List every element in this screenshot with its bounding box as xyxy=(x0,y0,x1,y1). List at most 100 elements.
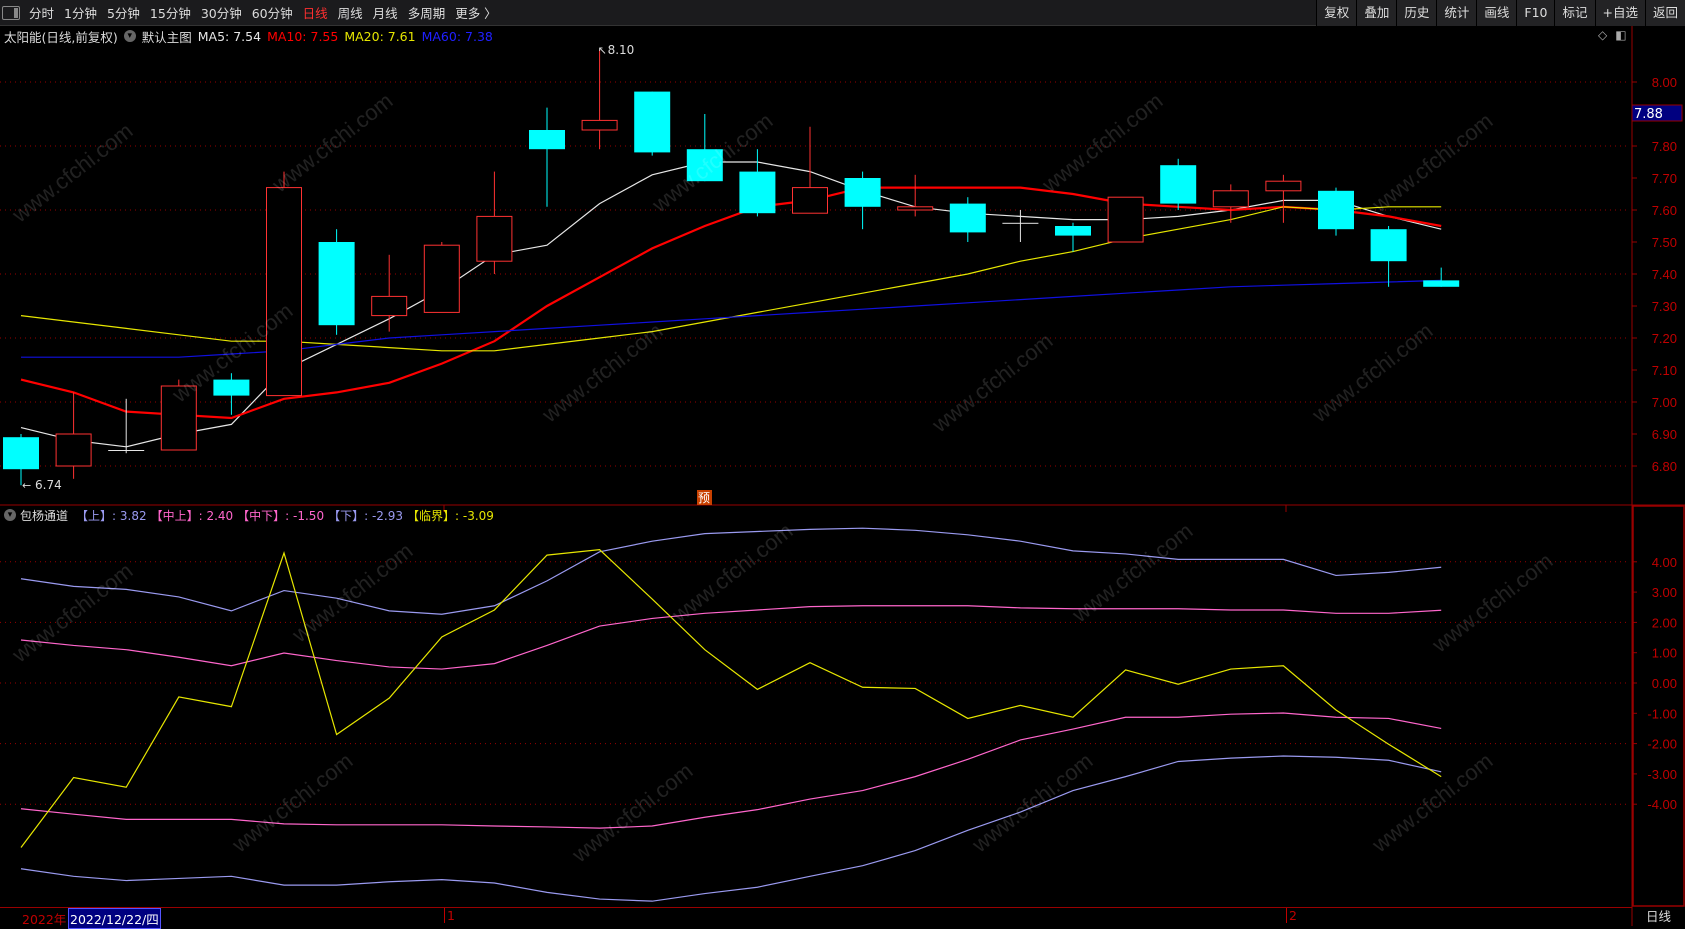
candle xyxy=(1265,174,1302,223)
price-tick-label: 7.30 xyxy=(1652,299,1677,314)
diamond-icon[interactable]: ◇ xyxy=(1598,28,1607,42)
candle-body xyxy=(1423,280,1460,287)
price-tick-label: 6.90 xyxy=(1652,427,1677,442)
candle xyxy=(739,149,776,217)
arrow-icon: ← xyxy=(22,479,31,492)
candle-body xyxy=(318,242,355,326)
candle-body xyxy=(1318,190,1354,230)
candle xyxy=(1107,196,1144,243)
indicator-tick-label: 3.00 xyxy=(1652,585,1677,600)
stock-title: 太阳能(日线,前复权) xyxy=(4,29,118,45)
candle xyxy=(55,392,92,479)
toolbar-button[interactable]: 画线 xyxy=(1476,0,1517,26)
period-tab[interactable]: 月线 xyxy=(373,3,398,22)
price-tick-label: 7.80 xyxy=(1652,139,1677,154)
toolbar-button[interactable]: +自选 xyxy=(1594,0,1645,26)
ma60-value: MA60: 7.38 xyxy=(421,28,493,44)
chevron-down-icon[interactable]: ▾ xyxy=(4,509,16,521)
price-tick-label: 7.60 xyxy=(1652,203,1677,218)
candle-body xyxy=(792,187,828,214)
toolbar-button[interactable]: 返回 xyxy=(1644,0,1685,26)
candle-body xyxy=(266,187,302,397)
indicator-tick-label: -4.00 xyxy=(1647,797,1677,812)
period-tab[interactable]: 30分钟 xyxy=(201,3,242,22)
period-label: 日线 xyxy=(1645,909,1671,924)
candle xyxy=(1318,187,1354,236)
candle xyxy=(529,107,565,207)
price-tick-label: 6.80 xyxy=(1652,459,1677,474)
date-axis[interactable]: 2022年 2022/12/22/四 1 2 xyxy=(0,907,1632,929)
high-price-mark: 8.10 xyxy=(608,43,635,57)
period-tab[interactable]: 5分钟 xyxy=(107,3,140,22)
period-tab[interactable]: 多周期 xyxy=(408,3,446,22)
chevron-down-icon[interactable]: ▾ xyxy=(123,30,136,42)
period-tab[interactable]: 15分钟 xyxy=(150,3,191,22)
price-tick-label: 7.10 xyxy=(1652,363,1677,378)
ma5-value: MA5: 7.54 xyxy=(197,28,262,44)
candle xyxy=(3,434,39,486)
indicator-line-4 xyxy=(20,549,1442,848)
period-tab[interactable]: 更多 〉 xyxy=(455,3,496,22)
arrow-icon: ↖ xyxy=(598,44,607,57)
candle-body xyxy=(3,437,39,470)
toolbar-button[interactable]: 历史 xyxy=(1396,0,1437,26)
period-tab[interactable]: 1分钟 xyxy=(64,3,97,22)
candle xyxy=(1002,210,1039,242)
candle-body xyxy=(1055,226,1091,236)
candle-body xyxy=(1212,190,1249,208)
candle-body xyxy=(581,119,618,131)
period-tab[interactable]: 周线 xyxy=(338,3,363,22)
candle-body xyxy=(1107,196,1144,243)
indicator-name[interactable]: 包杨通道 xyxy=(20,507,68,524)
period-toolbar: 分时 1分钟 5分钟 15分钟 30分钟 60分钟 日线 周线 月线 多周期 更多 〉 复权 叠加 历史… xyxy=(0,0,1685,26)
period-tab[interactable]: 分时 xyxy=(29,3,54,22)
candle-body xyxy=(634,91,671,153)
ma-line-ma20 xyxy=(20,206,1442,352)
toolbar-button[interactable]: 统计 xyxy=(1436,0,1477,26)
candle-body xyxy=(529,130,565,150)
indicator-line-1 xyxy=(20,605,1442,670)
chart-canvas[interactable]: 8.00 7.80 7.70 7.60 7.50 7.40 7.30 7.20 7.10 7.00… xyxy=(0,0,1685,926)
candle xyxy=(476,171,513,274)
indicator-tick-label: 2.00 xyxy=(1652,615,1677,630)
candle xyxy=(266,171,302,397)
candle xyxy=(844,171,881,230)
ma20-value: MA20: 7.61 xyxy=(344,28,416,44)
toolbar-button[interactable]: 叠加 xyxy=(1356,0,1397,26)
indicator-tick-label: -1.00 xyxy=(1647,706,1677,721)
period-tab[interactable]: 60分钟 xyxy=(252,3,293,22)
panel-icon[interactable]: ◧ xyxy=(1615,28,1626,42)
panel-toggle-icon[interactable] xyxy=(2,5,20,20)
indicator-tick-label: -3.00 xyxy=(1647,767,1677,782)
candle-body xyxy=(1160,165,1197,204)
candle xyxy=(1423,267,1460,287)
price-tick-label: 7.00 xyxy=(1652,395,1677,410)
candle-body xyxy=(213,379,250,396)
indicator-info: ▾ 包杨通道 【上】: 3.82 【中上】: 2.40 【中下】: -1.50 … xyxy=(4,506,498,524)
toolbar-button[interactable]: 标记 xyxy=(1554,0,1595,26)
candle xyxy=(634,91,671,156)
candle xyxy=(949,197,986,242)
candle xyxy=(318,229,355,335)
candle xyxy=(423,242,460,313)
template-label[interactable]: 默认主图 xyxy=(142,27,192,46)
low-price-mark: 6.74 xyxy=(35,478,62,492)
candle xyxy=(371,254,408,332)
candle xyxy=(581,50,618,150)
toolbar-button[interactable]: F10 xyxy=(1516,0,1555,26)
candle xyxy=(792,126,828,214)
candle xyxy=(160,379,197,451)
month-label-2: 2 xyxy=(1286,908,1297,923)
candle-body xyxy=(897,206,934,211)
year-label: 2022年 xyxy=(22,912,67,927)
period-tab[interactable]: 日线 xyxy=(303,3,328,22)
indicator-tick-label: 1.00 xyxy=(1652,646,1677,661)
toolbar-button[interactable]: 复权 xyxy=(1316,0,1357,26)
current-price-label: 7.88 xyxy=(1634,107,1663,122)
critical-value: 【临界】: -3.09 xyxy=(407,508,494,523)
forecast-label: 预 xyxy=(698,491,710,505)
indicator-tick-label: -2.00 xyxy=(1647,737,1677,752)
candle xyxy=(686,114,723,182)
candle-body xyxy=(1265,180,1302,192)
ma10-value: MA10: 7.55 xyxy=(267,28,339,44)
